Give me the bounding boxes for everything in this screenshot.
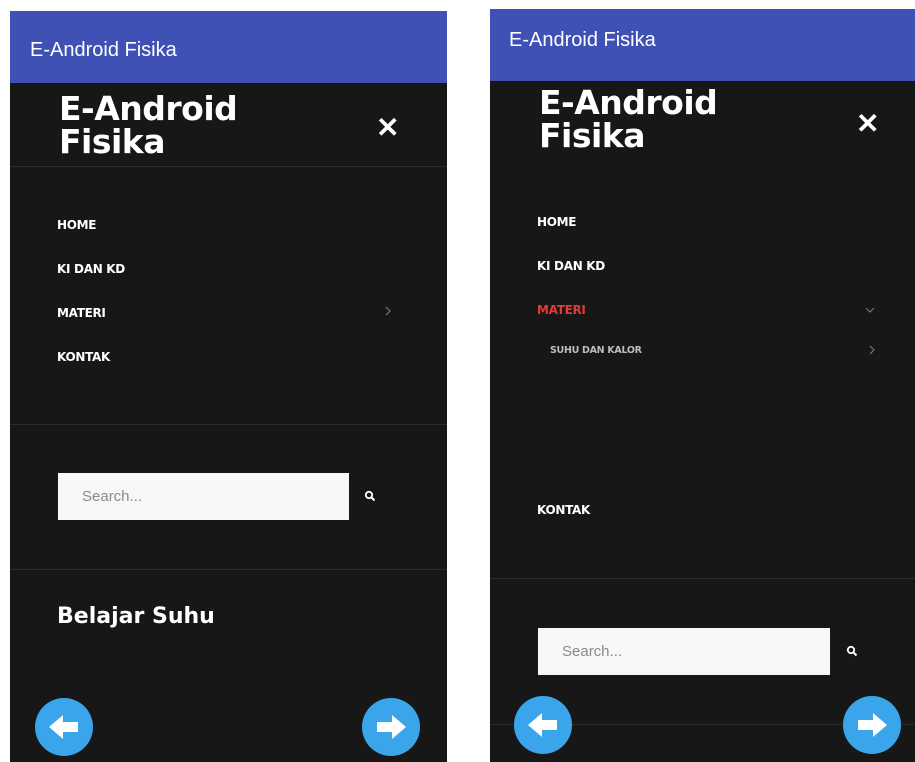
divider xyxy=(10,569,447,570)
arrow-left-icon xyxy=(49,715,78,739)
menu-item-ki-kd[interactable]: KI DAN KD xyxy=(537,259,605,273)
app-bar: E-Android Fisika xyxy=(490,9,915,81)
app-title: E-Android Fisika xyxy=(30,38,177,61)
menu-item-materi[interactable]: MATERI xyxy=(537,303,586,317)
chevron-right-icon[interactable] xyxy=(384,305,392,320)
site-brand[interactable]: E-Android Fisika xyxy=(59,92,259,158)
chevron-down-icon[interactable] xyxy=(864,303,876,317)
menu-item-kontak[interactable]: KONTAK xyxy=(57,350,110,364)
brand-line-1: E-Android xyxy=(539,83,718,122)
menu-item-materi[interactable]: MATERI xyxy=(57,306,106,320)
close-icon[interactable]: ✕ xyxy=(376,114,399,142)
search-input[interactable] xyxy=(538,628,830,675)
divider xyxy=(10,166,447,167)
search-input[interactable] xyxy=(58,473,349,520)
menu-item-kontak[interactable]: KONTAK xyxy=(537,503,590,517)
submenu-item-suhu-kalor[interactable]: SUHU DAN KALOR xyxy=(550,345,642,356)
brand-line-2: Fisika xyxy=(59,122,166,161)
screen-menu-collapsed: E-Android Fisika E-Android Fisika ✕ HOME… xyxy=(10,11,447,762)
back-button[interactable] xyxy=(35,698,93,756)
divider xyxy=(10,424,447,425)
divider xyxy=(490,578,915,579)
app-bar: E-Android Fisika xyxy=(10,11,447,83)
screen-menu-expanded: E-Android Fisika E-Android Fisika ✕ HOME… xyxy=(490,9,915,762)
app-title: E-Android Fisika xyxy=(509,28,656,51)
widget-title: Belajar Suhu xyxy=(57,604,215,629)
forward-button[interactable] xyxy=(843,696,901,754)
brand-line-2: Fisika xyxy=(539,116,646,155)
brand-line-1: E-Android xyxy=(59,89,238,128)
menu-item-ki-kd[interactable]: KI DAN KD xyxy=(57,262,125,276)
chevron-right-icon[interactable] xyxy=(868,344,876,359)
arrow-right-icon xyxy=(858,713,887,737)
site-brand[interactable]: E-Android Fisika xyxy=(539,86,739,152)
close-icon[interactable]: ✕ xyxy=(856,110,879,138)
arrow-left-icon xyxy=(528,713,557,737)
menu-item-home[interactable]: HOME xyxy=(57,218,96,232)
menu-item-home[interactable]: HOME xyxy=(537,215,576,229)
forward-button[interactable] xyxy=(362,698,420,756)
back-button[interactable] xyxy=(514,696,572,754)
arrow-right-icon xyxy=(377,715,406,739)
search-icon[interactable] xyxy=(846,644,862,660)
search-icon[interactable] xyxy=(364,489,380,505)
